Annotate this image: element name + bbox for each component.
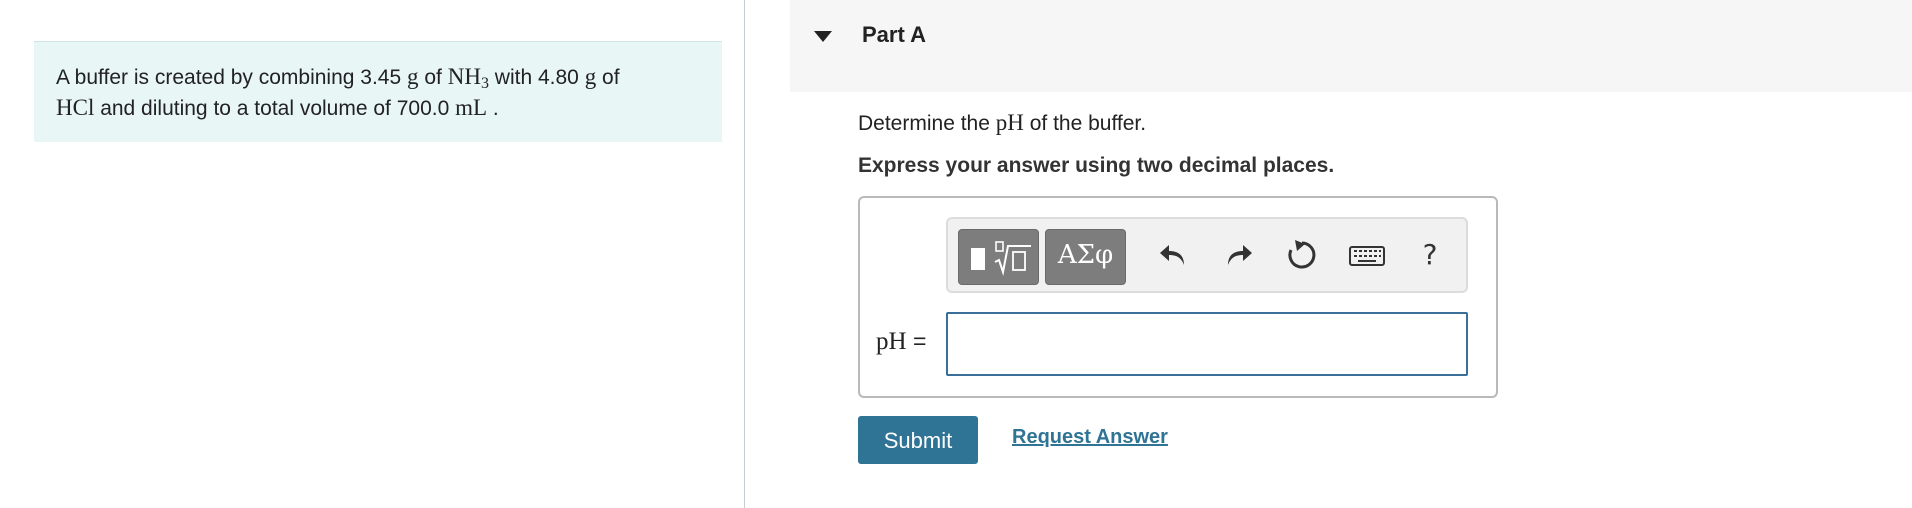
- problem-unit-g: g: [407, 64, 419, 89]
- page: A buffer is created by combining 3.45 g …: [0, 0, 1912, 508]
- question-ph: pH: [995, 110, 1024, 135]
- problem-text: of: [424, 66, 442, 89]
- problem-text: .: [492, 97, 499, 120]
- problem-pane: A buffer is created by combining 3.45 g …: [0, 0, 744, 508]
- templates-button[interactable]: [958, 229, 1039, 285]
- question-text: Determine the pH of the buffer.: [858, 110, 1147, 135]
- request-answer-link[interactable]: Request Answer: [1012, 426, 1168, 449]
- ph-answer-input[interactable]: [946, 312, 1468, 376]
- symbols-button[interactable]: ΑΣφ: [1045, 229, 1126, 285]
- problem-text: of: [602, 66, 620, 89]
- problem-unit-g: g: [584, 64, 597, 89]
- problem-unit-ml: mL: [455, 95, 488, 120]
- problem-text: with 4.80: [494, 66, 579, 89]
- math-toolbar: ΑΣφ ?: [946, 217, 1468, 293]
- answer-label: pH =: [876, 328, 927, 355]
- answer-instruction: Express your answer using two decimal pl…: [858, 154, 1335, 177]
- reset-icon[interactable]: [1284, 237, 1320, 273]
- formula-hcl: HCl: [56, 95, 95, 120]
- keyboard-icon[interactable]: [1348, 237, 1386, 273]
- sqrt-template-icon: [994, 241, 1031, 276]
- templates-icon: [971, 248, 985, 270]
- problem-text: and diluting to a total volume of 700.0: [100, 97, 450, 120]
- undo-icon[interactable]: [1156, 237, 1192, 273]
- problem-text: A buffer is created by combining 3.45: [56, 66, 402, 89]
- part-title: Part A: [862, 22, 926, 47]
- part-header[interactable]: Part A: [790, 0, 1912, 92]
- help-icon[interactable]: ?: [1412, 237, 1448, 273]
- formula-nh3: NH3: [447, 64, 489, 92]
- collapse-caret-icon[interactable]: [814, 31, 832, 42]
- pane-divider: [744, 0, 745, 508]
- answer-area: ΑΣφ ? pH =: [858, 196, 1498, 398]
- submit-button[interactable]: Submit: [858, 416, 978, 464]
- redo-icon[interactable]: [1220, 237, 1256, 273]
- problem-statement: A buffer is created by combining 3.45 g …: [34, 41, 722, 142]
